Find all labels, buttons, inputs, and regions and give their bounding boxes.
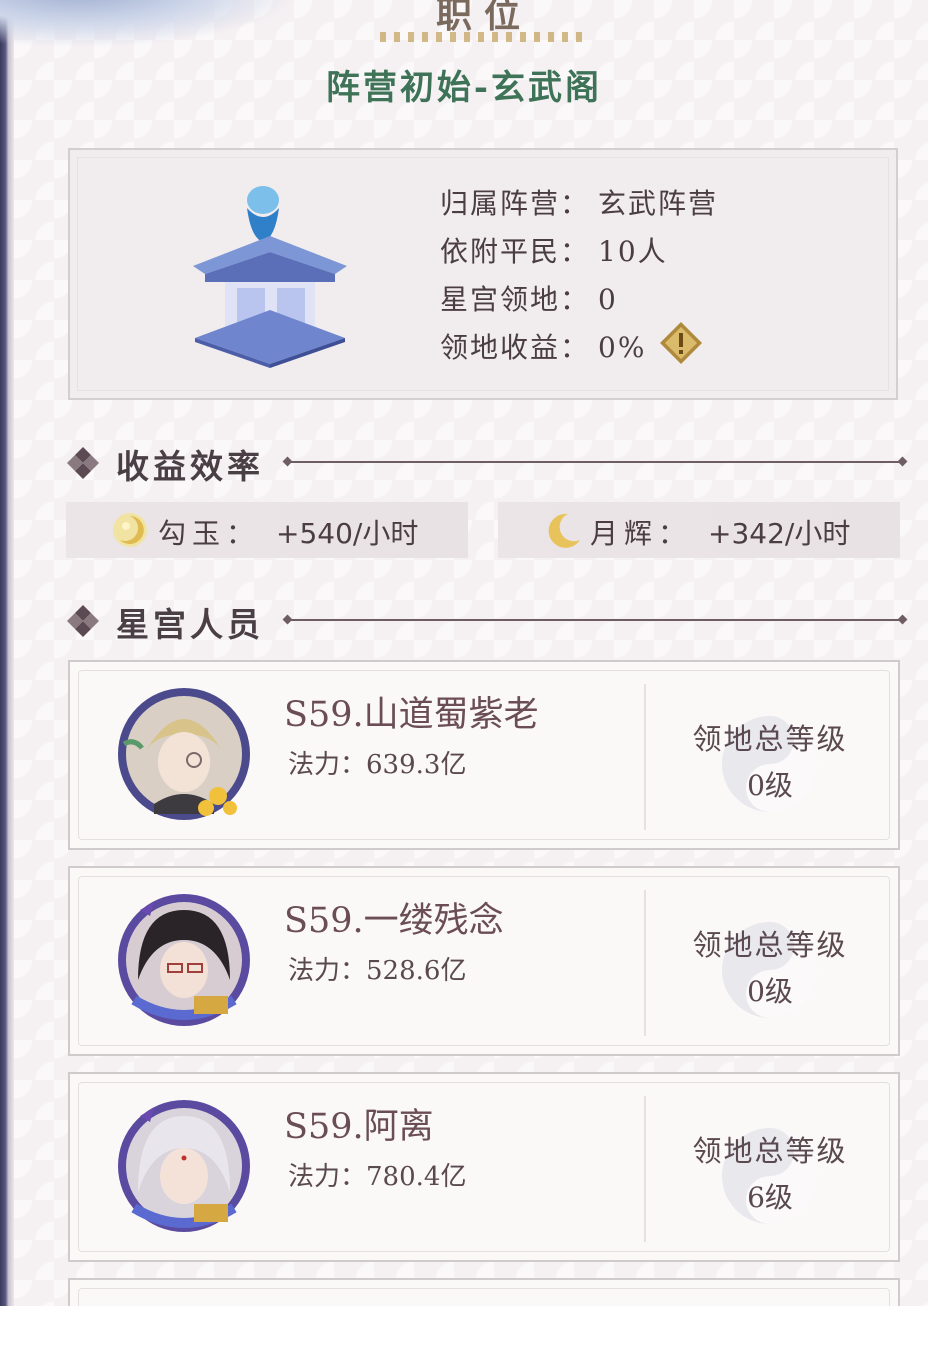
avatar[interactable] [114,890,254,1030]
bottom-edge [0,1306,928,1355]
avatar[interactable] [114,684,254,824]
card-divider [644,890,646,1036]
page-title: 阵营初始-玄武阁 [325,68,603,108]
territory-level-value: 0级 [747,769,793,802]
camp-info-box: 归属阵营： 玄武阵营 依附平民： 10人 星宫领地： 0 领地收益： 0% [68,148,898,400]
top-title: 职位 [436,0,533,32]
info-label: 星宫领地： [440,283,591,316]
members-section-header: 星宫人员 [66,598,902,644]
income-value: +342/小时 [708,517,851,550]
member-card[interactable]: S59.山道蜀紫老 法力：639.3亿 领地总等级 0级 [68,660,900,850]
pavilion-icon [193,186,347,368]
avatar[interactable] [114,1096,254,1236]
power-label: 法力： [288,750,367,780]
income-jade: 勾玉： +540/小时 [66,502,468,558]
info-value: 0% [598,331,647,364]
info-row-territory: 星宫领地： 0 [440,278,618,318]
title-ornament [380,32,590,42]
income-section-header: 收益效率 [66,440,902,486]
power-label: 法力： [288,1162,367,1192]
info-label: 依附平民： [440,235,591,268]
member-card[interactable]: S59.阿离 法力：780.4亿 领地总等级 6级 [68,1072,900,1262]
member-name: S59.山道蜀紫老 [284,695,539,735]
info-value: 玄武阵营 [598,187,719,220]
warning-diamond-icon[interactable] [658,320,704,366]
income-label: 勾玉： [158,517,261,550]
section-divider [288,461,902,463]
territory-level-label: 领地总等级 [692,1134,848,1168]
info-row-income: 领地收益： 0% [440,326,646,366]
territory-level-label: 领地总等级 [692,722,848,756]
moon-icon [548,513,580,548]
section-title: 收益效率 [116,447,264,486]
section-title: 星宫人员 [116,605,264,644]
left-border [0,0,14,1355]
top-decoration [0,0,300,48]
diamond-bullet-icon [67,447,99,479]
info-row-camp: 归属阵营： 玄武阵营 [440,182,718,222]
power-value: 780.4亿 [366,1162,467,1192]
member-power: 法力：639.3亿 [288,744,466,781]
card-divider [644,1096,646,1242]
power-value: 639.3亿 [366,750,467,780]
territory-level-value: 6级 [747,1181,793,1214]
member-power: 法力：528.6亿 [288,950,466,987]
section-divider [288,619,902,621]
income-value: +540/小时 [276,517,419,550]
member-name: S59.阿离 [284,1107,434,1147]
card-divider [644,684,646,830]
territory-level-value: 0级 [747,975,793,1008]
info-row-civilians: 依附平民： 10人 [440,230,668,270]
power-label: 法力： [288,956,367,986]
diamond-bullet-icon [67,605,99,637]
member-card[interactable]: S59.一缕残念 法力：528.6亿 领地总等级 0级 [68,866,900,1056]
info-value: 0 [598,283,618,316]
member-name: S59.一缕残念 [284,901,504,941]
info-label: 归属阵营： [440,187,591,220]
info-value: 10人 [598,235,668,268]
info-label: 领地收益： [440,331,591,364]
jade-icon [113,513,147,547]
income-label: 月辉： [590,517,693,550]
territory-level-label: 领地总等级 [692,928,848,962]
power-value: 528.6亿 [366,956,467,986]
member-power: 法力：780.4亿 [288,1156,466,1193]
income-moon: 月辉： +342/小时 [498,502,900,558]
